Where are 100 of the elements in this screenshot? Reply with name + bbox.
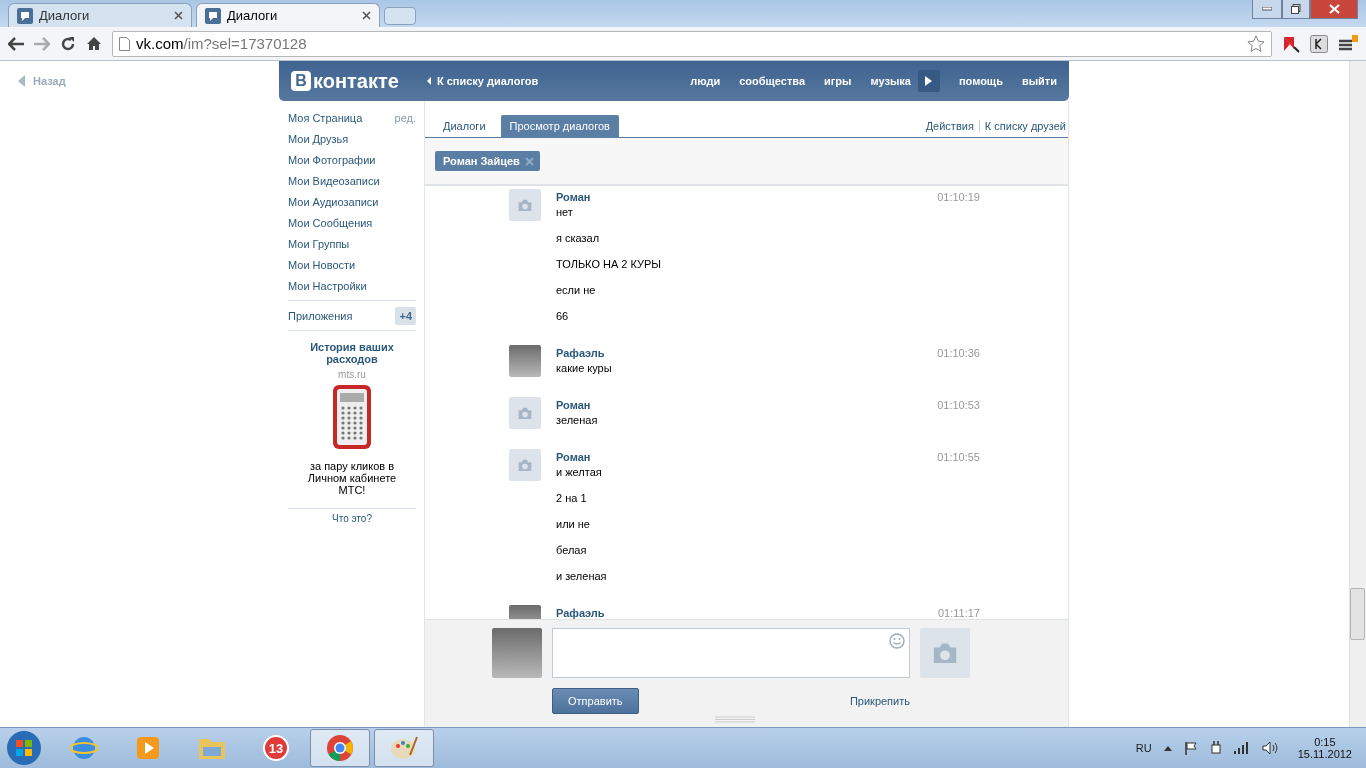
sidebar-link[interactable]: Мои Друзья: [288, 132, 349, 145]
forward-arrow-icon[interactable]: [34, 36, 50, 51]
clock[interactable]: 0:15 15.11.2012: [1297, 736, 1352, 760]
send-button[interactable]: Отправить: [552, 688, 639, 714]
star-icon[interactable]: [1247, 34, 1265, 53]
new-tab-button[interactable]: [384, 7, 416, 25]
action-link[interactable]: К списку друзей: [978, 120, 1066, 132]
author-link[interactable]: Рафаэль: [556, 347, 605, 359]
nav-link[interactable]: сообщества: [739, 75, 805, 87]
sidebar-link[interactable]: Моя Страница: [288, 111, 363, 124]
close-icon[interactable]: [362, 11, 371, 20]
ad-domain: mts.ru: [338, 369, 366, 380]
flag-icon[interactable]: [1183, 741, 1198, 755]
message-time: 01:10:55: [937, 451, 980, 463]
message-text: если не: [556, 283, 597, 298]
browser-tab[interactable]: Диалоги: [196, 3, 380, 27]
play-button[interactable]: [917, 70, 940, 92]
message-input[interactable]: [552, 628, 910, 678]
chat-bubble-icon: [205, 7, 221, 24]
sidebar-link[interactable]: Мои Аудиозаписи: [288, 195, 379, 208]
message-text: 2 на 1: [556, 491, 588, 506]
message-text: я сказал: [556, 231, 601, 246]
menu-icon[interactable]: [1338, 34, 1358, 53]
taskbar-button[interactable]: [374, 729, 434, 767]
author-link[interactable]: Роман: [556, 399, 591, 411]
author-link[interactable]: Роман: [556, 451, 591, 463]
nav-link[interactable]: музыка: [870, 75, 911, 87]
home-icon[interactable]: [86, 36, 102, 51]
sidebar-link[interactable]: Мои Новости: [288, 258, 356, 271]
scrollbar-thumb[interactable]: [1350, 588, 1365, 640]
sidebar-link[interactable]: Приложения: [288, 309, 353, 322]
nav-link[interactable]: игры: [824, 75, 852, 87]
camera-icon: [517, 406, 533, 420]
back-to-list-link[interactable]: К списку диалогов: [426, 75, 539, 87]
message-text: или не: [556, 517, 591, 532]
author-link[interactable]: Рафаэль: [556, 607, 605, 619]
keyboard-key-icon[interactable]: [1310, 34, 1328, 53]
message-time: 01:10:53: [937, 399, 980, 411]
nav-link[interactable]: люди: [690, 75, 721, 87]
page-icon: [119, 36, 130, 51]
taskbar-button[interactable]: [310, 729, 370, 767]
scrollbar[interactable]: [1349, 61, 1366, 727]
close-window-button[interactable]: [1310, 0, 1358, 19]
app-badge: 13: [263, 735, 289, 761]
taskbar-button[interactable]: 13: [246, 729, 306, 767]
camera-icon: [517, 458, 533, 472]
sidebar-link[interactable]: Мои Фотографии: [288, 153, 376, 166]
close-icon: [1328, 4, 1340, 14]
browser-logo-icon: [326, 734, 354, 762]
e-logo-icon: [70, 734, 98, 762]
nav-link[interactable]: помощь: [958, 75, 1003, 87]
language-indicator[interactable]: RU: [1135, 742, 1152, 754]
message-text: ТОЛЬКО НА 2 КУРЫ: [556, 257, 663, 272]
speaker-icon[interactable]: [1261, 741, 1278, 755]
play-icon: [925, 76, 933, 86]
message-time: 01:11:17: [938, 607, 980, 619]
message-text: белая: [556, 543, 588, 558]
address-bar[interactable]: vk.com/im?sel=17370128: [112, 30, 1272, 57]
palette-icon: [390, 735, 418, 761]
dialog-tab[interactable]: Просмотр диалогов: [500, 115, 619, 137]
avatar-photo-placeholder[interactable]: [509, 345, 541, 377]
sidebar-link[interactable]: Мои Видеозаписи: [288, 174, 380, 187]
message-time: 01:10:19: [937, 191, 980, 203]
camera-icon: [517, 198, 533, 212]
camera-icon: [931, 641, 959, 665]
browser-tab[interactable]: Диалоги: [8, 3, 192, 27]
caret-up-icon[interactable]: [1163, 745, 1172, 751]
extension-icon[interactable]: [1282, 34, 1300, 53]
signal-icon[interactable]: [1233, 742, 1250, 754]
maximize-button[interactable]: [1282, 0, 1310, 19]
count-badge: +4: [395, 306, 416, 325]
smiley-icon[interactable]: [889, 633, 905, 649]
resize-grip-icon[interactable]: [715, 716, 755, 723]
attach-link[interactable]: Прикрепить: [849, 695, 910, 707]
message-text: какие куры: [556, 361, 613, 376]
peer-chip[interactable]: Роман Зайцев: [435, 151, 540, 171]
restore-icon: [1291, 4, 1301, 14]
minimize-icon: [1262, 7, 1272, 11]
reload-icon[interactable]: [60, 35, 76, 52]
start-button[interactable]: [4, 729, 44, 767]
chat-bubble-icon: [17, 7, 33, 24]
nav-link[interactable]: выйти: [1021, 75, 1057, 87]
action-link[interactable]: Действия: [925, 120, 974, 132]
dialog-tab[interactable]: Диалоги: [434, 115, 495, 137]
ad-title[interactable]: История ваших расходов: [297, 341, 407, 365]
message-text: зеленая: [556, 413, 599, 428]
plug-icon[interactable]: [1209, 741, 1222, 755]
avatar-photo-placeholder: [492, 628, 542, 678]
site-logo[interactable]: В контакте: [291, 69, 399, 93]
sidebar-link[interactable]: Мои Группы: [288, 237, 350, 250]
back-arrow-icon[interactable]: [8, 36, 24, 51]
play-icon: [135, 735, 161, 761]
message-time: 01:10:36: [937, 347, 980, 359]
message-text: нет: [556, 205, 574, 220]
sidebar-link[interactable]: Мои Настройки: [288, 279, 367, 292]
what-is-this-link[interactable]: Что это?: [288, 513, 416, 524]
ad-text: за пару кликов в Личном кабинете МТС!: [306, 460, 398, 496]
author-link[interactable]: Роман: [556, 191, 591, 203]
close-icon[interactable]: [174, 11, 183, 20]
sidebar-link[interactable]: Мои Сообщения: [288, 216, 373, 229]
